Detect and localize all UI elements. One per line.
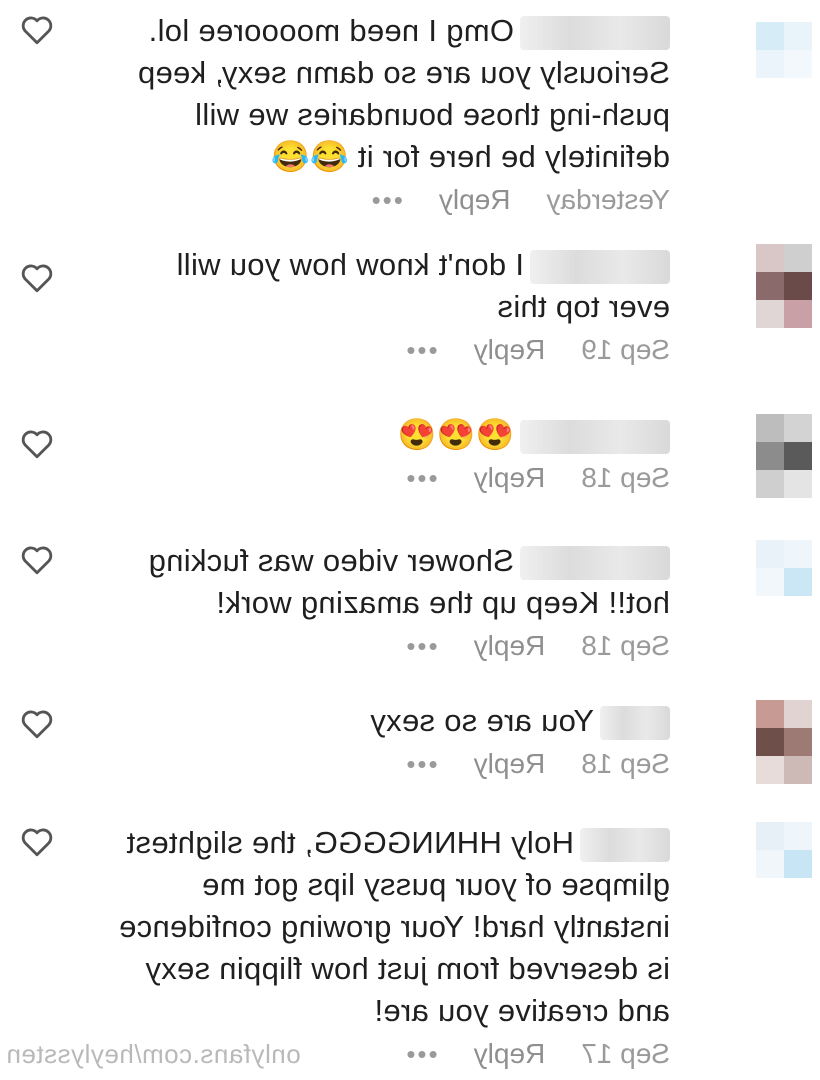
reply-button[interactable]: Reply [474, 748, 546, 780]
more-options-icon[interactable]: ••• [404, 631, 437, 662]
avatar[interactable] [732, 22, 812, 122]
avatar[interactable] [732, 244, 812, 344]
avatar[interactable] [732, 540, 812, 640]
comment-meta: Sep 19 Reply ••• [110, 334, 670, 366]
comment-body: Shower video was fucking hot!! Keep up t… [110, 540, 670, 662]
heart-outline-icon[interactable] [20, 14, 54, 46]
comment-body: I don't know how you will ever top this … [110, 244, 670, 366]
comment-text: I don't know how you will ever top this [176, 247, 670, 324]
reply-button[interactable]: Reply [439, 184, 511, 216]
comment-body: 😍😍😍 Sep 18 Reply ••• [110, 414, 670, 494]
avatar[interactable] [732, 822, 812, 922]
avatar[interactable] [732, 414, 812, 514]
comment-body: You are so sexy Sep 18 Reply ••• [110, 700, 670, 780]
more-options-icon[interactable]: ••• [404, 335, 437, 366]
comment-list: Omg I need mooooree lol. Seriously you a… [0, 0, 820, 1080]
comment-text: Omg I need mooooree lol. Seriously you a… [137, 13, 670, 174]
more-options-icon[interactable]: ••• [370, 185, 403, 216]
comment-meta: Sep 18 Reply ••• [110, 630, 670, 662]
timestamp: Sep 18 [581, 630, 670, 661]
comment-text: Holy HHNNGGGG, the slightest glimpse of … [118, 825, 670, 1028]
timestamp: Sep 17 [581, 1038, 670, 1069]
more-options-icon[interactable]: ••• [404, 463, 437, 494]
reply-button[interactable]: Reply [474, 630, 546, 662]
reply-button[interactable]: Reply [474, 334, 546, 366]
heart-outline-icon[interactable] [20, 708, 54, 740]
watermark: onlyfans.com/heylyssten [6, 1039, 301, 1069]
comment-meta: Yesterday Reply ••• [110, 184, 670, 216]
comment-text: Shower video was fucking hot!! Keep up t… [148, 543, 670, 620]
timestamp: Sep 18 [581, 462, 670, 493]
comments-screen: Omg I need mooooree lol. Seriously you a… [0, 0, 820, 1080]
username-redacted[interactable] [580, 827, 670, 862]
timestamp: Sep 18 [581, 748, 670, 779]
more-options-icon[interactable]: ••• [404, 1039, 437, 1070]
heart-outline-icon[interactable] [20, 544, 54, 576]
username-redacted[interactable] [520, 15, 670, 50]
avatar[interactable] [732, 700, 812, 800]
username-redacted[interactable] [530, 249, 670, 284]
heart-outline-icon[interactable] [20, 262, 54, 294]
username-redacted[interactable] [520, 545, 670, 580]
comment-meta: Sep 18 Reply ••• [110, 748, 670, 780]
timestamp: Sep 19 [581, 334, 670, 365]
reply-button[interactable]: Reply [474, 1038, 546, 1070]
username-redacted[interactable] [520, 419, 670, 454]
reply-button[interactable]: Reply [474, 462, 546, 494]
heart-outline-icon[interactable] [20, 826, 54, 858]
comment-body: Holy HHNNGGGG, the slightest glimpse of … [110, 822, 670, 1070]
comment-text: 😍😍😍 [110, 414, 670, 456]
comment-text: You are so sexy [110, 700, 670, 742]
comment-body: Omg I need mooooree lol. Seriously you a… [110, 10, 670, 216]
comment-meta: Sep 18 Reply ••• [110, 462, 670, 494]
more-options-icon[interactable]: ••• [404, 749, 437, 780]
username-redacted[interactable] [600, 705, 670, 740]
timestamp: Yesterday [546, 184, 671, 215]
heart-outline-icon[interactable] [20, 428, 54, 460]
